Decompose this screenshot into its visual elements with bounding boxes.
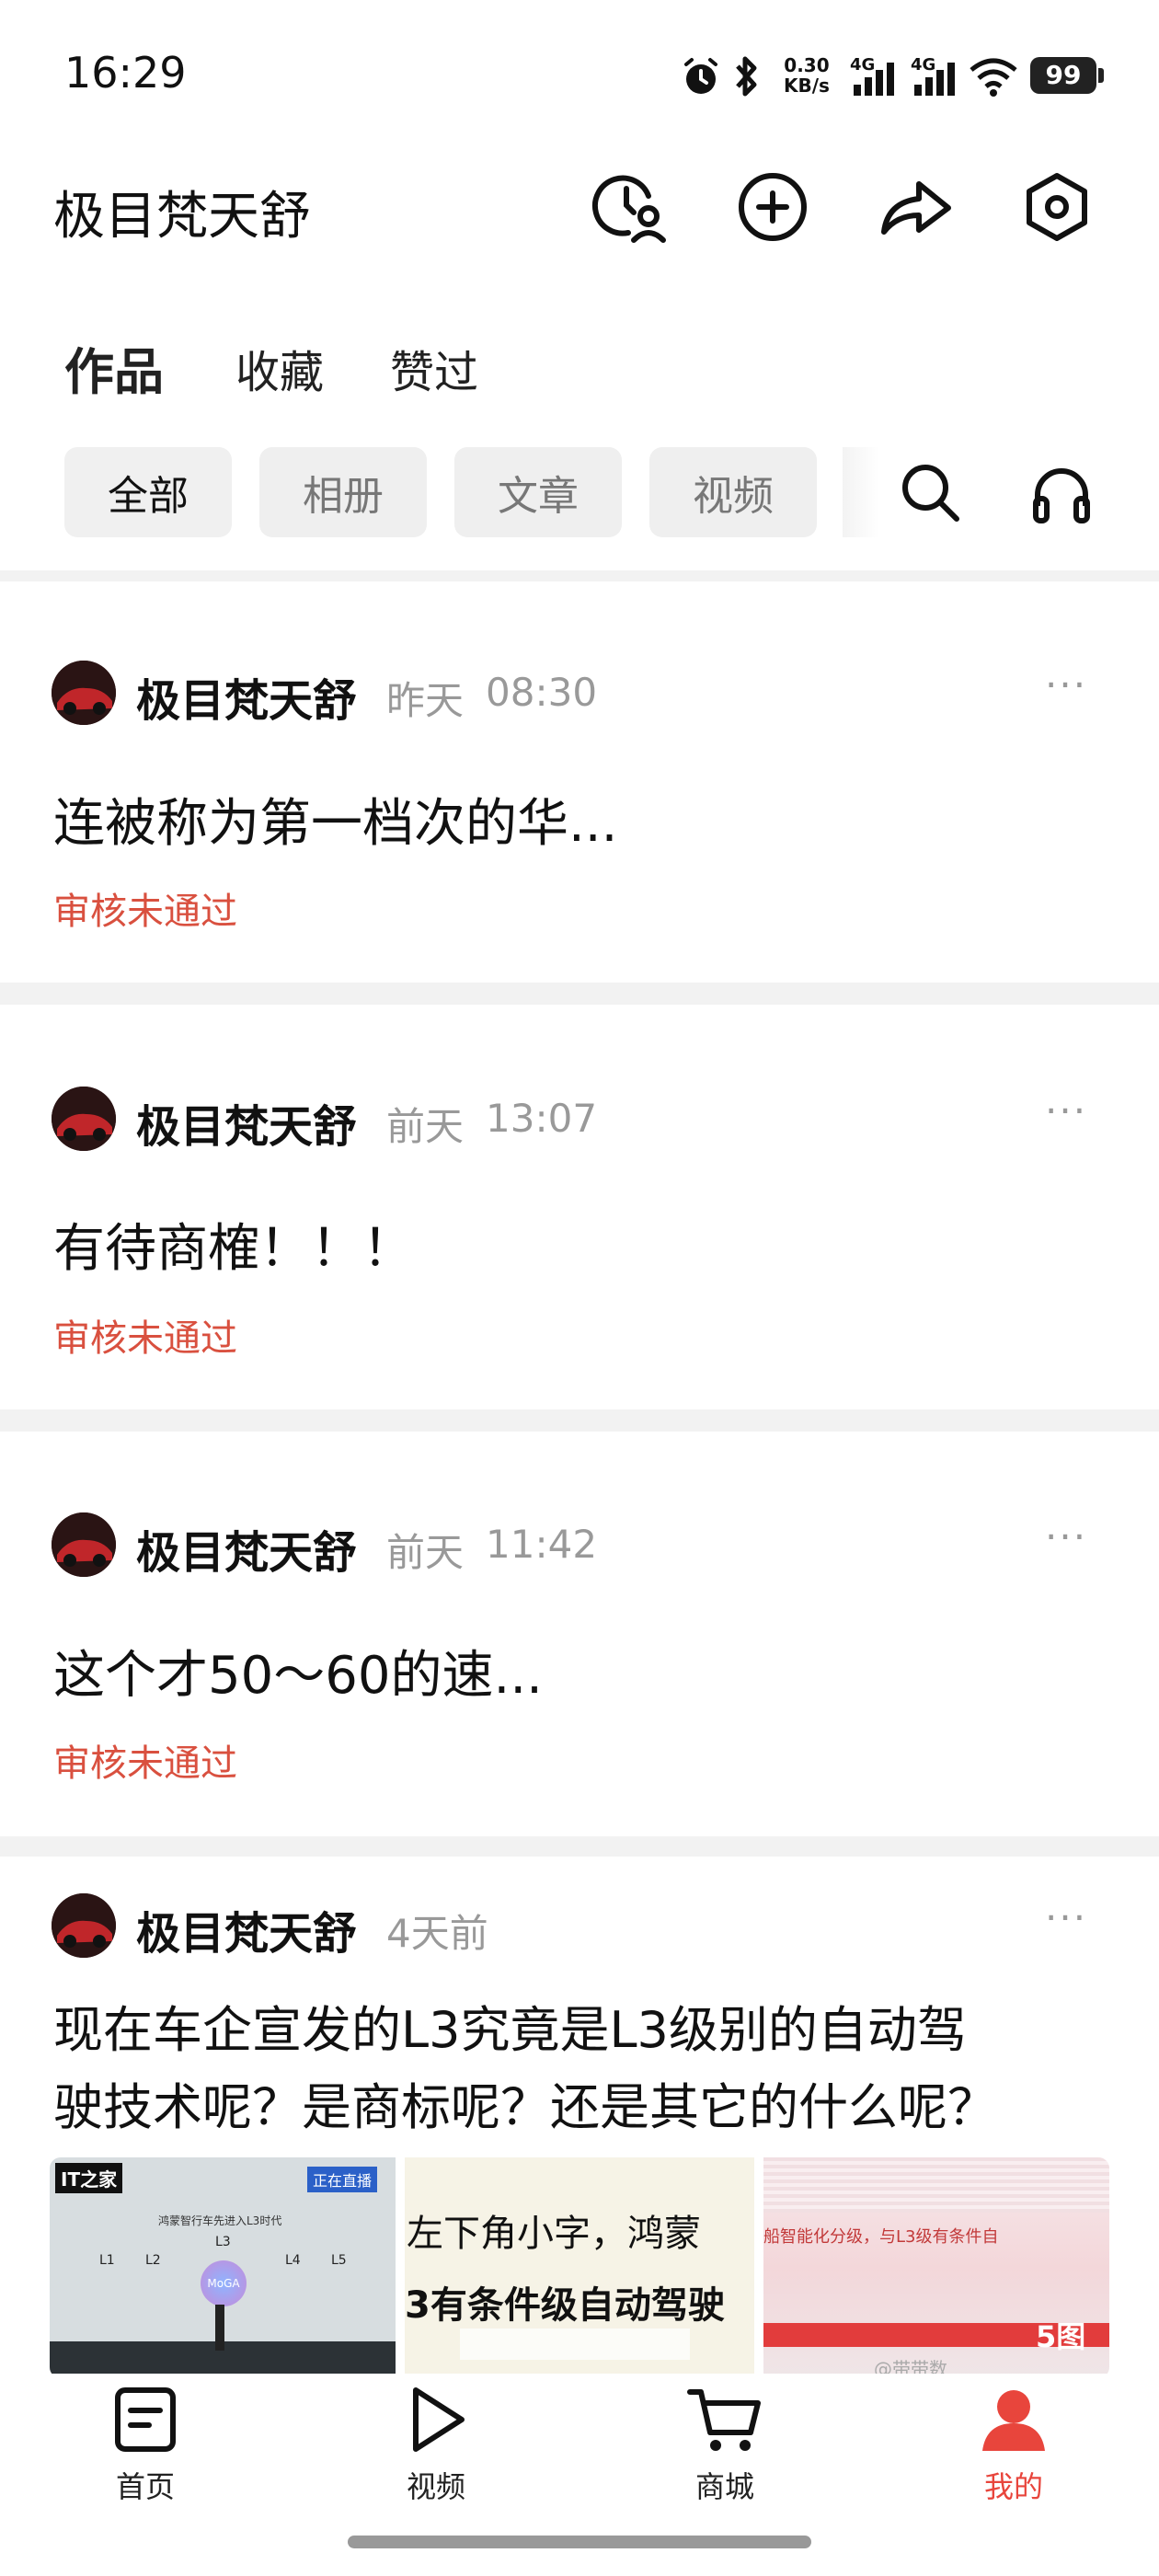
- bluetooth-icon: [736, 56, 757, 97]
- thumb-level: L3: [215, 2235, 231, 2249]
- post-day: 昨天: [386, 678, 465, 723]
- filter-all[interactable]: 全部: [64, 447, 232, 537]
- signal-icon: [914, 63, 955, 96]
- thumb-center-logo: MoGA: [201, 2260, 247, 2306]
- post-day: 前天: [386, 1104, 465, 1149]
- home-indicator[interactable]: [348, 2536, 811, 2548]
- review-status: 审核未通过: [53, 1742, 237, 1785]
- filter-video[interactable]: 视频: [649, 447, 817, 537]
- net-speed-value: 0.30: [784, 54, 830, 76]
- profile-username: 极目梵天舒: [53, 187, 311, 247]
- image-count-badge: 5图: [1036, 2319, 1086, 2354]
- avatar[interactable]: [52, 1512, 116, 1577]
- share-button[interactable]: [874, 166, 957, 248]
- headphones-icon: [1033, 468, 1090, 523]
- add-button[interactable]: [731, 166, 814, 248]
- post-text[interactable]: 连被称为第一档次的华...: [53, 782, 617, 857]
- post-day: 前天: [386, 1530, 465, 1575]
- thumb-blur-overlay: [460, 2329, 690, 2360]
- filter-article[interactable]: 文章: [454, 447, 622, 537]
- play-icon: [413, 2387, 465, 2452]
- post-image[interactable]: 船智能化分级，与L3级有条件自 5图 @带带数: [763, 2157, 1109, 2378]
- battery-tip: [1098, 68, 1104, 83]
- avatar[interactable]: [52, 661, 116, 725]
- nav-mine[interactable]: 我的: [940, 2385, 1087, 2506]
- more-icon[interactable]: ···: [1045, 1088, 1087, 1133]
- post-text-line1[interactable]: 现在车企宣发的L3究竟是L3级别的自动驾: [53, 1989, 967, 2062]
- car-avatar-image: [52, 1087, 116, 1151]
- post-text-line2[interactable]: 驶技术呢？是商标呢？还是其它的什么呢？: [53, 2066, 997, 2139]
- thumb-text: 船智能化分级，与L3级有条件自: [763, 2227, 999, 2247]
- thumb-level: L2: [145, 2253, 161, 2268]
- thumb-caption: 鸿蒙智行车先进入L3时代: [158, 2214, 282, 2227]
- avatar[interactable]: [52, 1893, 116, 1958]
- search-icon: [902, 465, 959, 522]
- thumb-level: L5: [331, 2253, 347, 2268]
- status-time: 16:29: [64, 48, 187, 98]
- battery-icon: 99: [1030, 57, 1096, 94]
- tab-favorites[interactable]: 收藏: [235, 336, 324, 400]
- net-speed-unit: KB/s: [784, 75, 830, 97]
- filter-fade: [843, 447, 879, 537]
- user-icon: [982, 2390, 1045, 2451]
- visitor-clock-icon: [591, 175, 666, 243]
- thumb-live-badge: 正在直播: [307, 2167, 378, 2192]
- nav-video-label: 视频: [406, 2469, 465, 2504]
- net-speed: 0.30 KB/s: [784, 55, 830, 96]
- nav-mall[interactable]: 商城: [651, 2385, 798, 2506]
- nav-home-label: 首页: [115, 2469, 175, 2504]
- post-author[interactable]: 极目梵天舒: [136, 1090, 357, 1155]
- review-status: 审核未通过: [53, 891, 237, 933]
- car-avatar-image: [52, 1512, 116, 1577]
- wifi-icon: [970, 58, 1017, 97]
- post-author[interactable]: 极目梵天舒: [136, 1516, 357, 1581]
- home-doc-icon: [115, 2387, 176, 2452]
- thumb-blur-band: [763, 2157, 1109, 2213]
- settings-icon: [1027, 173, 1087, 241]
- post-image[interactable]: IT之家 正在直播 鸿蒙智行车先进入L3时代 L1 L2 L3 L4 L5 Mo…: [50, 2157, 396, 2378]
- post-author[interactable]: 极目梵天舒: [136, 664, 357, 729]
- nav-mine-label: 我的: [983, 2469, 1043, 2504]
- alarm-icon: [684, 58, 717, 94]
- car-avatar-image: [52, 1893, 116, 1958]
- thumb-text-line2: 3有条件级自动驾驶: [405, 2284, 725, 2327]
- post-text[interactable]: 有待商榷！！！: [53, 1207, 414, 1282]
- avatar[interactable]: [52, 1087, 116, 1151]
- share-icon: [881, 181, 951, 235]
- thumb-level: L1: [99, 2253, 115, 2268]
- post-time: 08:30: [486, 670, 598, 715]
- car-avatar-image: [52, 661, 116, 725]
- more-icon[interactable]: ···: [1045, 1895, 1087, 1940]
- post-image[interactable]: 左下角小字，鸿蒙 3有条件级自动驾驶: [405, 2157, 754, 2378]
- settings-button[interactable]: [1016, 166, 1098, 248]
- thumb-brand: IT之家: [55, 2163, 123, 2193]
- nav-home[interactable]: 首页: [72, 2385, 219, 2506]
- more-icon[interactable]: ···: [1045, 1514, 1087, 1559]
- cart-icon: [687, 2389, 761, 2451]
- visitor-button[interactable]: [589, 166, 671, 248]
- post-text[interactable]: 这个才50～60的速...: [53, 1634, 543, 1708]
- listen-button[interactable]: [1028, 460, 1102, 524]
- thumb-text-line1: 左下角小字，鸿蒙: [407, 2213, 701, 2255]
- review-status: 审核未通过: [53, 1317, 237, 1360]
- thumb-speaker-figure: [215, 2305, 224, 2351]
- thumb-level: L4: [285, 2253, 301, 2268]
- nav-video[interactable]: 视频: [362, 2385, 510, 2506]
- tab-liked[interactable]: 赞过: [390, 336, 478, 400]
- post-time: 11:42: [486, 1522, 598, 1567]
- nav-mall-label: 商城: [694, 2469, 754, 2504]
- filter-album[interactable]: 相册: [259, 447, 427, 537]
- post-day: 4天前: [386, 1911, 488, 1956]
- post-author[interactable]: 极目梵天舒: [136, 1897, 357, 1961]
- tab-works[interactable]: 作品: [64, 331, 164, 404]
- more-icon[interactable]: ···: [1045, 662, 1087, 707]
- post-time: 13:07: [486, 1096, 598, 1141]
- add-icon: [739, 173, 807, 241]
- search-button[interactable]: [898, 460, 971, 524]
- signal-icon: [854, 63, 894, 96]
